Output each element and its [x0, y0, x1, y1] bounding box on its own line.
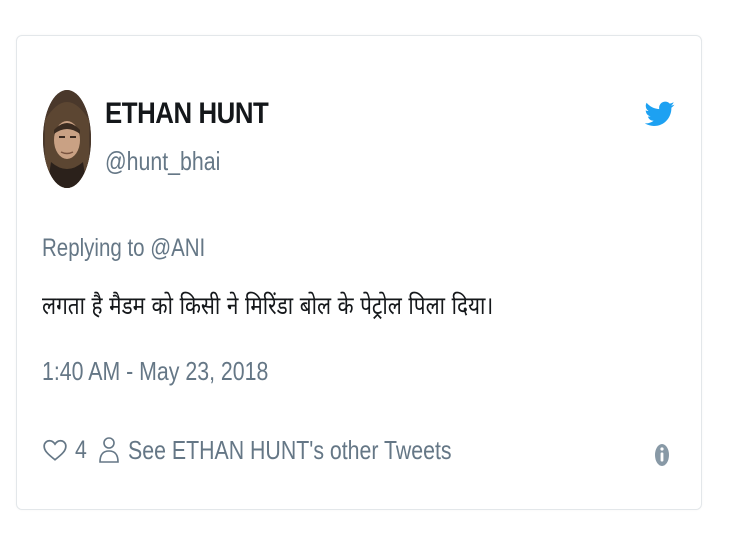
heart-icon[interactable]: [42, 437, 68, 463]
avatar-image: [43, 90, 91, 188]
like-count[interactable]: 4: [75, 436, 87, 465]
see-other-tweets-link[interactable]: See ETHAN HUNT's other Tweets: [128, 435, 452, 466]
display-name[interactable]: ETHAN HUNT: [105, 97, 269, 131]
tweet-timestamp[interactable]: 1:40 AM - May 23, 2018: [42, 356, 268, 387]
info-icon[interactable]: [653, 442, 671, 468]
tweet-text: लगता है मैडम को किसी ने मिरिंडा बोल के प…: [42, 291, 494, 320]
page: ETHAN HUNT @hunt_bhai Replying to @ANI ल…: [0, 0, 730, 548]
replying-to: Replying to @ANI: [42, 234, 205, 263]
reply-mention-link[interactable]: @ANI: [150, 234, 205, 262]
user-handle[interactable]: @hunt_bhai: [105, 146, 220, 177]
tweet-card: ETHAN HUNT @hunt_bhai Replying to @ANI ल…: [16, 35, 702, 510]
tweet-actions: 4 See ETHAN HUNT's other Tweets: [42, 432, 523, 468]
avatar[interactable]: [43, 90, 91, 188]
replying-to-label: Replying to: [42, 234, 151, 262]
twitter-bird-icon[interactable]: [645, 98, 675, 128]
person-icon[interactable]: [98, 436, 120, 464]
